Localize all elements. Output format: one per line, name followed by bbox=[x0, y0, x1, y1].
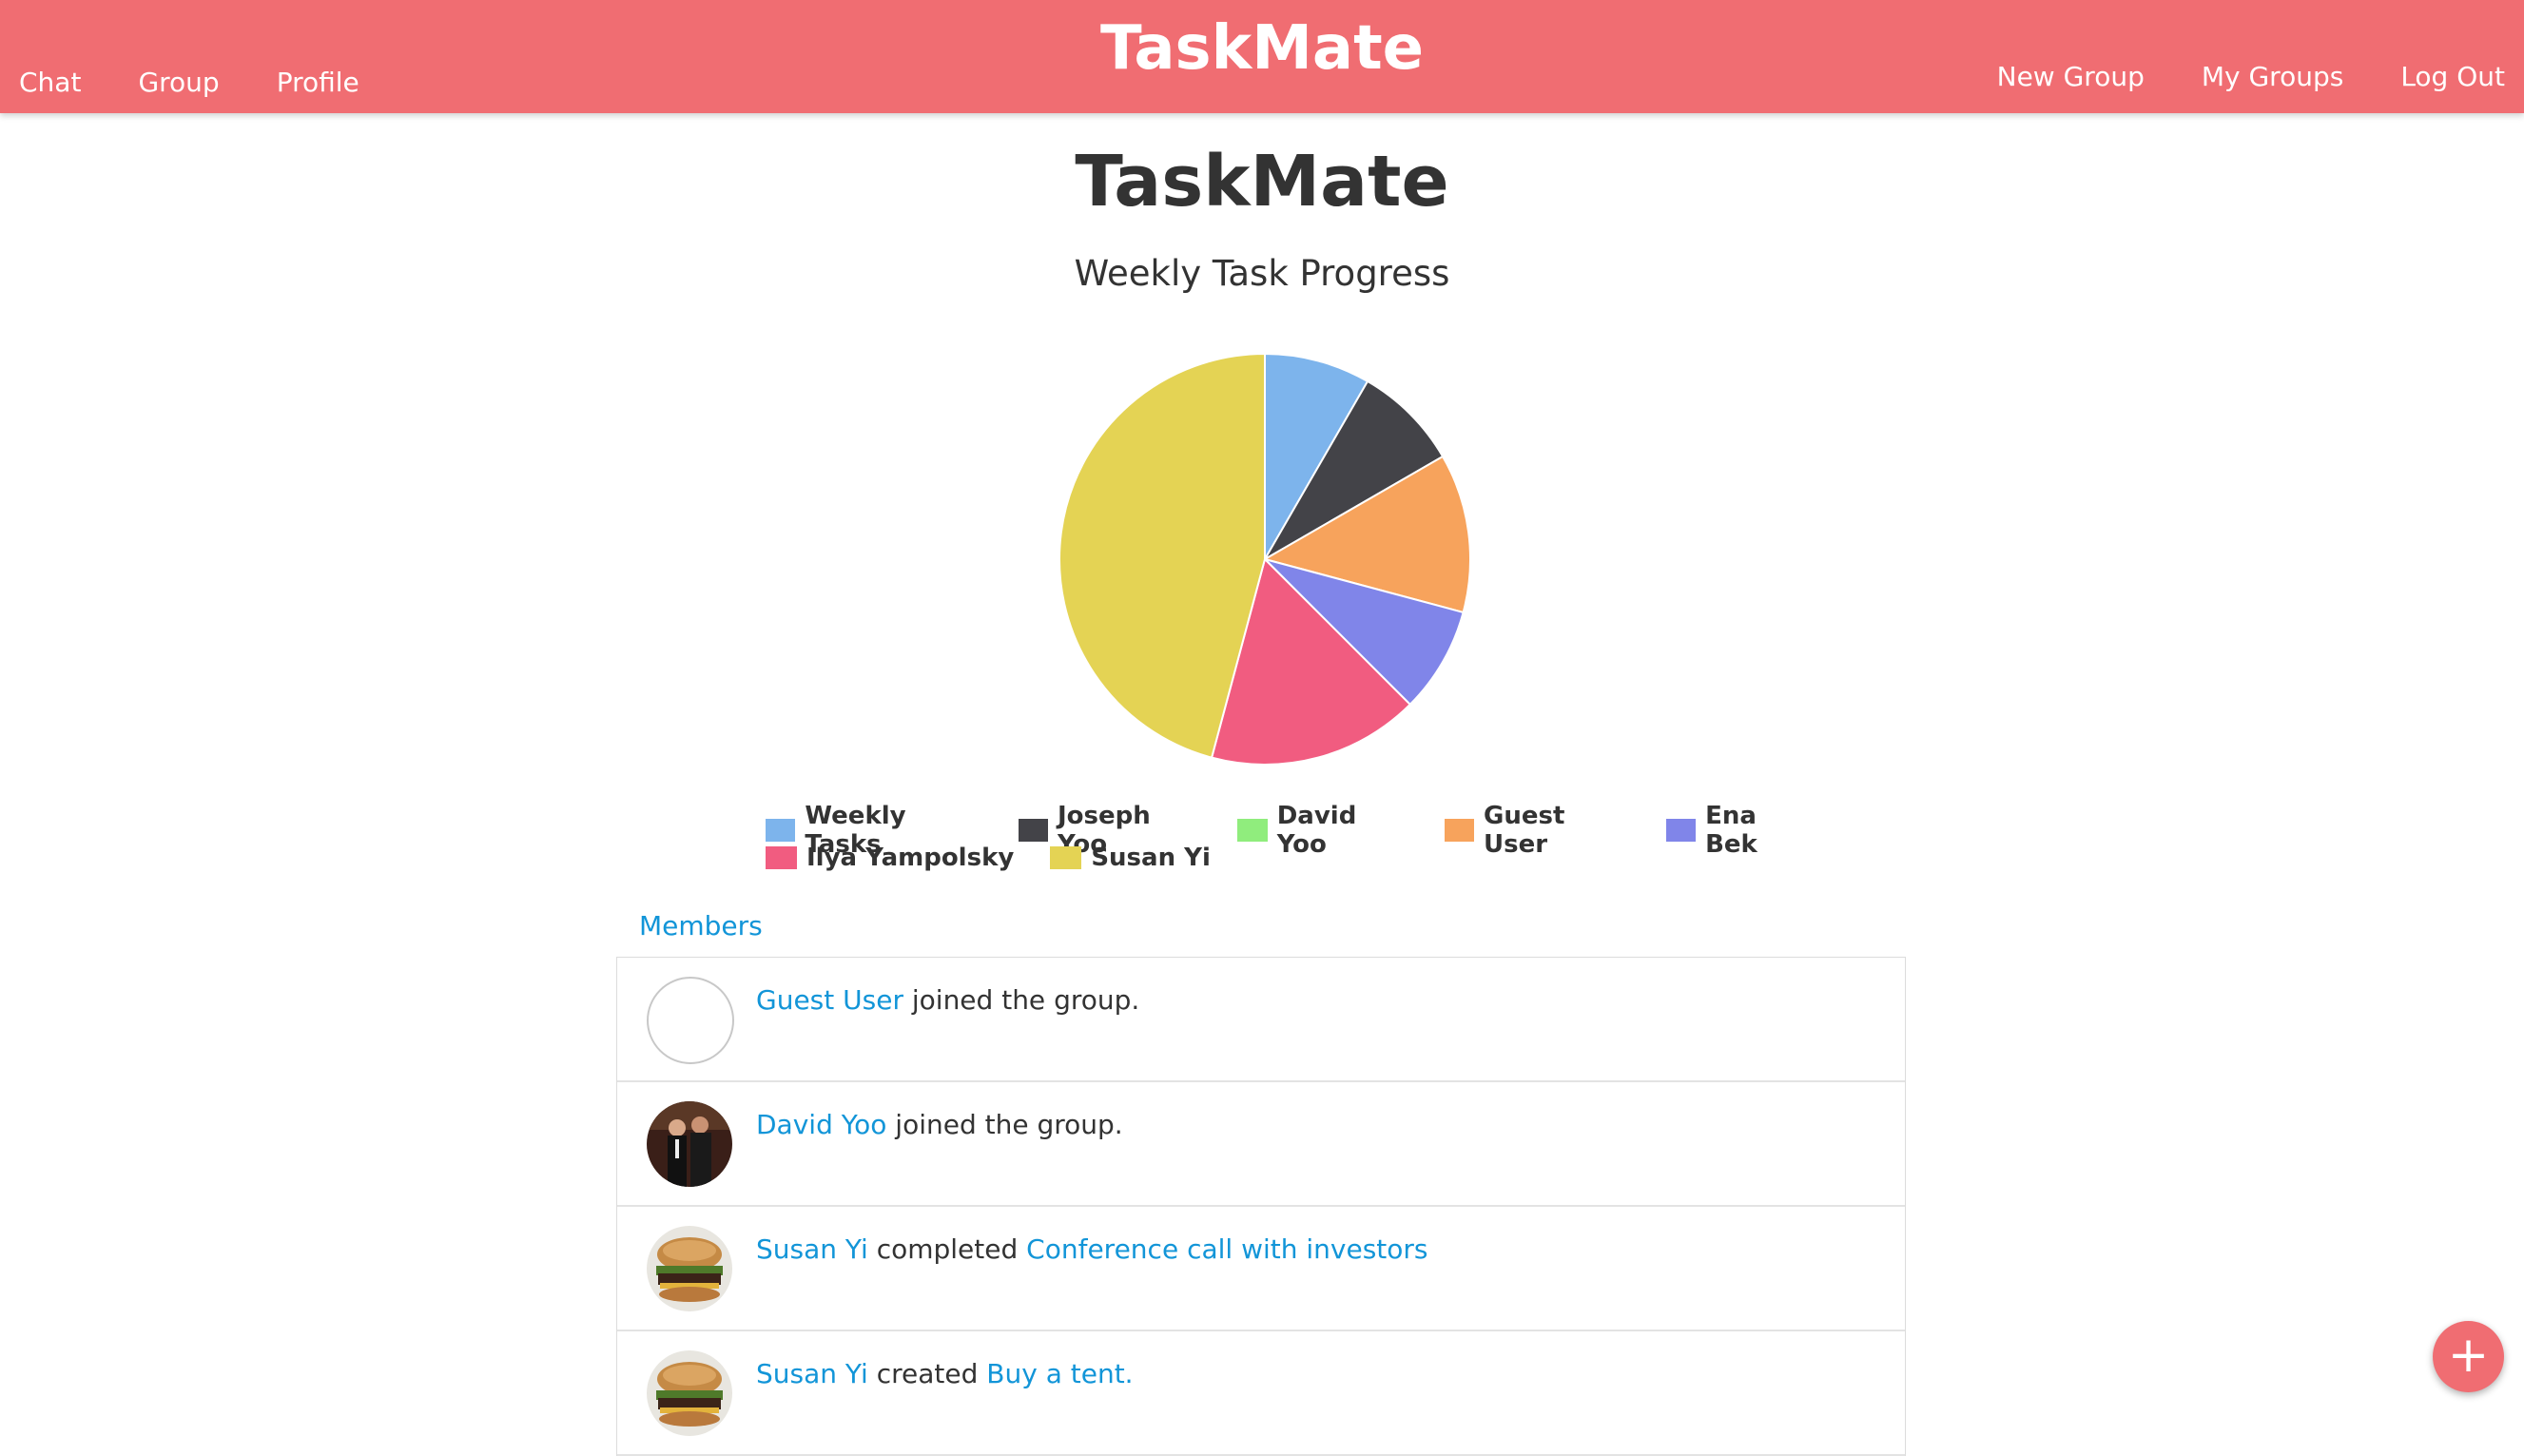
legend-swatch bbox=[1444, 818, 1474, 842]
feed-action: joined the group. bbox=[911, 984, 1140, 1016]
legend-swatch bbox=[1050, 845, 1082, 869]
navbar: Chat Group Profile TaskMate New Group My… bbox=[0, 0, 2524, 113]
chart-title: Weekly Task Progress bbox=[1074, 253, 1450, 294]
legend-swatch bbox=[766, 845, 797, 869]
chart-legend: Weekly Tasks Joseph Yoo David Yoo Guest … bbox=[766, 802, 1812, 872]
nav-link-my-groups[interactable]: My Groups bbox=[2202, 61, 2343, 92]
burger-photo-icon bbox=[647, 1350, 732, 1436]
feed-target-link[interactable]: Buy a tent. bbox=[986, 1358, 1133, 1389]
nav-link-log-out[interactable]: Log Out bbox=[2400, 61, 2505, 92]
feed-item: Susan Yi created Buy a tent. bbox=[617, 1331, 1905, 1456]
empty-avatar[interactable] bbox=[647, 977, 734, 1064]
legend-label: David Yoo bbox=[1276, 801, 1357, 859]
legend-row-1: Weekly Tasks Joseph Yoo David Yoo Guest … bbox=[766, 802, 1812, 859]
feed-action: joined the group. bbox=[895, 1109, 1123, 1140]
feed-text: David Yoo joined the group. bbox=[756, 1109, 1123, 1140]
legend-label: Guest User bbox=[1483, 801, 1565, 859]
feed-item: Susan Yi completed Conference call with … bbox=[617, 1207, 1905, 1331]
feed-text: Susan Yi created Buy a tent. bbox=[756, 1358, 1134, 1389]
legend-item-ilya-yampolsky[interactable]: Ilya Yampolsky bbox=[766, 844, 1014, 872]
legend-label: Ena Bek bbox=[1705, 801, 1757, 859]
page-title: TaskMate bbox=[1075, 141, 1449, 223]
person-photo-icon bbox=[647, 1101, 732, 1187]
feed-action: created bbox=[876, 1358, 979, 1389]
legend-swatch bbox=[1665, 818, 1697, 842]
weekly-progress-pie-chart bbox=[1058, 352, 1471, 766]
photo-avatar[interactable] bbox=[647, 1101, 732, 1187]
add-button[interactable]: + bbox=[2433, 1321, 2504, 1392]
feed-actor-link[interactable]: Guest User bbox=[756, 984, 903, 1016]
legend-swatch bbox=[766, 818, 796, 842]
burger-avatar[interactable] bbox=[647, 1226, 732, 1311]
burger-photo-icon bbox=[647, 1226, 732, 1311]
feed-item: David Yoo joined the group. bbox=[617, 1082, 1905, 1207]
legend-label: Ilya Yampolsky bbox=[806, 843, 1015, 872]
burger-avatar[interactable] bbox=[647, 1350, 732, 1436]
tab-members[interactable]: Members bbox=[639, 910, 763, 942]
legend-item-guest-user[interactable]: Guest User bbox=[1444, 801, 1630, 859]
nav-link-new-group[interactable]: New Group bbox=[1997, 61, 2145, 92]
legend-item-david-yoo[interactable]: David Yoo bbox=[1237, 802, 1408, 859]
activity-feed: Guest User joined the group. David Yoo j… bbox=[616, 957, 1906, 1456]
plus-icon: + bbox=[2447, 1327, 2490, 1384]
feed-action: completed bbox=[876, 1233, 1019, 1265]
feed-actor-link[interactable]: David Yoo bbox=[756, 1109, 886, 1140]
feed-target-link[interactable]: Conference call with investors bbox=[1026, 1233, 1427, 1265]
feed-text: Guest User joined the group. bbox=[756, 984, 1139, 1016]
feed-item: Guest User joined the group. bbox=[617, 958, 1905, 1082]
feed-text: Susan Yi completed Conference call with … bbox=[756, 1233, 1428, 1265]
feed-actor-link[interactable]: Susan Yi bbox=[756, 1358, 868, 1389]
feed-actor-link[interactable]: Susan Yi bbox=[756, 1233, 868, 1265]
legend-item-susan-yi[interactable]: Susan Yi bbox=[1050, 844, 1211, 872]
legend-item-ena-bek[interactable]: Ena Bek bbox=[1665, 801, 1812, 859]
legend-swatch bbox=[1237, 818, 1268, 842]
legend-label: Susan Yi bbox=[1091, 843, 1211, 872]
legend-swatch bbox=[1018, 818, 1048, 842]
nav-right: New Group My Groups Log Out bbox=[1997, 61, 2505, 92]
